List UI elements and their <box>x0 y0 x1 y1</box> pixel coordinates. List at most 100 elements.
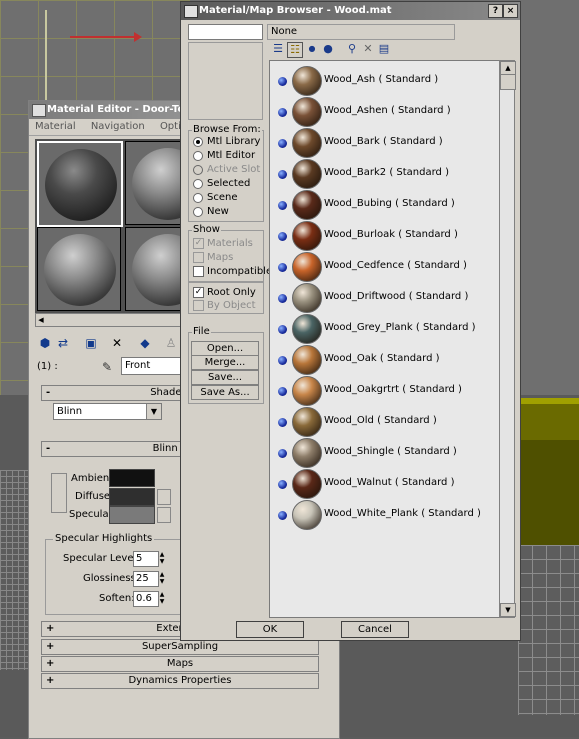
checkbox-by-object[interactable] <box>193 300 204 311</box>
material-list-item[interactable]: Wood_Bark2 ( Standard ) <box>270 158 499 189</box>
lock-colors-icon[interactable] <box>51 473 67 513</box>
specular-highlights-title: Specular Highlights <box>53 533 155 545</box>
browse-scene-label: Scene <box>207 192 238 203</box>
material-ball-icon <box>278 139 287 148</box>
material-thumbnail <box>292 314 322 344</box>
assign-material-icon[interactable]: ▣ <box>83 335 99 351</box>
material-name: Wood_Bark2 <box>324 167 387 178</box>
material-list-label: Wood_Walnut ( Standard ) <box>324 477 454 488</box>
soften-spinner[interactable]: 0.6 <box>133 591 159 607</box>
checkbox-materials[interactable]: ✓ <box>193 238 204 249</box>
browse-active-slot-label: Active Slot <box>207 164 261 175</box>
checkbox-incompatible[interactable] <box>193 266 204 277</box>
view-list-icon[interactable]: ☰ <box>271 42 285 56</box>
checkbox-maps[interactable] <box>193 252 204 263</box>
browser-search-input[interactable] <box>188 24 263 40</box>
material-ball-icon <box>278 480 287 489</box>
material-list-item[interactable]: Wood_Driftwood ( Standard ) <box>270 282 499 313</box>
spinner-arrows-icon[interactable]: ▲ ▼ <box>158 571 166 585</box>
menu-navigation[interactable]: Navigation <box>91 121 145 132</box>
supersampling-rollout[interactable]: + SuperSampling <box>41 639 319 655</box>
material-list-label: Wood_Bark ( Standard ) <box>324 136 443 147</box>
material-list-item[interactable]: Wood_Bark ( Standard ) <box>270 127 499 158</box>
by-object-label: By Object <box>207 300 256 311</box>
ok-button[interactable]: OK <box>236 621 304 638</box>
material-browser-title: Material/Map Browser - Wood.mat <box>199 5 392 16</box>
delete-from-library-icon[interactable]: ✕ <box>361 42 375 56</box>
spinner-arrows-icon[interactable]: ▲ ▼ <box>158 591 166 605</box>
put-to-scene-icon[interactable]: ⇄ <box>55 335 71 351</box>
collapse-icon: - <box>46 387 51 398</box>
maps-rollout[interactable]: + Maps <box>41 656 319 672</box>
material-name: Wood_White_Plank <box>324 508 419 519</box>
material-type: ( Standard ) <box>379 353 440 364</box>
ambient-swatch[interactable] <box>109 469 155 487</box>
make-unique-icon[interactable]: ◆ <box>137 335 153 351</box>
specular-map-button[interactable] <box>157 507 171 523</box>
material-list-item[interactable]: Wood_Walnut ( Standard ) <box>270 468 499 499</box>
scroll-left-icon[interactable]: ◀ <box>36 314 46 326</box>
menu-material[interactable]: Material <box>35 121 76 132</box>
specular-level-spinner[interactable]: 5 <box>133 551 159 567</box>
show-title: Show <box>192 224 221 236</box>
material-type: ( Standard ) <box>389 167 449 178</box>
checkbox-root-only[interactable]: ✓ <box>193 287 204 298</box>
material-ball-icon <box>278 325 287 334</box>
glossiness-spinner[interactable]: 25 <box>133 571 159 587</box>
material-list-item[interactable]: Wood_White_Plank ( Standard ) <box>270 499 499 530</box>
material-ball-icon <box>278 108 287 117</box>
material-list-item[interactable]: Wood_Bubing ( Standard ) <box>270 189 499 220</box>
material-list-item[interactable]: Wood_Cedfence ( Standard ) <box>270 251 499 282</box>
view-list-icons-icon[interactable]: ☷ <box>287 42 303 58</box>
radio-selected[interactable] <box>193 179 203 189</box>
radio-new[interactable] <box>193 207 203 217</box>
material-list-item[interactable]: Wood_Old ( Standard ) <box>270 406 499 437</box>
reset-map-icon[interactable]: ✕ <box>109 335 125 351</box>
scroll-down-icon[interactable]: ▼ <box>500 603 516 617</box>
pick-material-icon[interactable]: ✎ <box>99 359 115 375</box>
material-browser-titlebar[interactable]: Material/Map Browser - Wood.mat ? × <box>181 2 520 20</box>
material-name-field[interactable]: Front <box>121 357 186 375</box>
merge-button[interactable]: Merge... <box>191 355 259 370</box>
update-scene-materials-icon[interactable]: ⚲ <box>345 42 359 56</box>
get-material-icon[interactable]: ⬢ <box>37 335 53 351</box>
view-small-icons-icon[interactable]: ● <box>305 42 319 56</box>
radio-active-slot[interactable] <box>193 165 203 175</box>
close-button[interactable]: × <box>503 4 518 18</box>
material-list-item[interactable]: Wood_Ashen ( Standard ) <box>270 96 499 127</box>
material-list-label: Wood_Oakgrtrt ( Standard ) <box>324 384 462 395</box>
material-list-item[interactable]: Wood_Shingle ( Standard ) <box>270 437 499 468</box>
material-list-scrollbar[interactable]: ▲ ▼ <box>499 60 516 618</box>
open-button[interactable]: Open... <box>191 341 259 356</box>
material-name: Wood_Walnut <box>324 477 392 488</box>
scroll-up-icon[interactable]: ▲ <box>500 61 516 75</box>
sample-slot[interactable] <box>37 227 121 311</box>
help-button[interactable]: ? <box>488 4 503 18</box>
specular-swatch[interactable] <box>109 506 155 524</box>
material-list-item[interactable]: Wood_Burloak ( Standard ) <box>270 220 499 251</box>
cancel-button[interactable]: Cancel <box>341 621 409 638</box>
scroll-thumb[interactable] <box>500 74 516 90</box>
radio-scene[interactable] <box>193 193 203 203</box>
put-to-library-icon[interactable]: ♙ <box>163 335 179 351</box>
material-list-item[interactable]: Wood_Oak ( Standard ) <box>270 344 499 375</box>
dynamics-rollout[interactable]: + Dynamics Properties <box>41 673 319 689</box>
material-list-item[interactable]: Wood_Grey_Plank ( Standard ) <box>270 313 499 344</box>
radio-mtl-editor[interactable] <box>193 151 203 161</box>
browser-toolbar: ☰ ☷ ● ● ⚲ ✕ ▤ <box>269 40 469 58</box>
radio-mtl-library[interactable] <box>193 137 203 147</box>
view-large-icons-icon[interactable]: ● <box>321 42 335 56</box>
save-button[interactable]: Save... <box>191 370 259 385</box>
material-ball-icon <box>278 232 287 241</box>
material-list-item[interactable]: Wood_Oakgrtrt ( Standard ) <box>270 375 499 406</box>
material-ball-icon <box>278 449 287 458</box>
diffuse-map-button[interactable] <box>157 489 171 505</box>
spinner-arrows-icon[interactable]: ▲ ▼ <box>158 551 166 565</box>
shader-type-dropdown[interactable]: Blinn ▼ <box>53 403 162 420</box>
save-as-button[interactable]: Save As... <box>191 385 259 400</box>
material-list-item[interactable]: Wood_Ash ( Standard ) <box>270 65 499 96</box>
sample-slot[interactable] <box>37 141 123 227</box>
clear-library-icon[interactable]: ▤ <box>377 42 391 56</box>
diffuse-swatch[interactable] <box>109 488 155 506</box>
material-name: Wood_Ashen <box>324 105 388 116</box>
